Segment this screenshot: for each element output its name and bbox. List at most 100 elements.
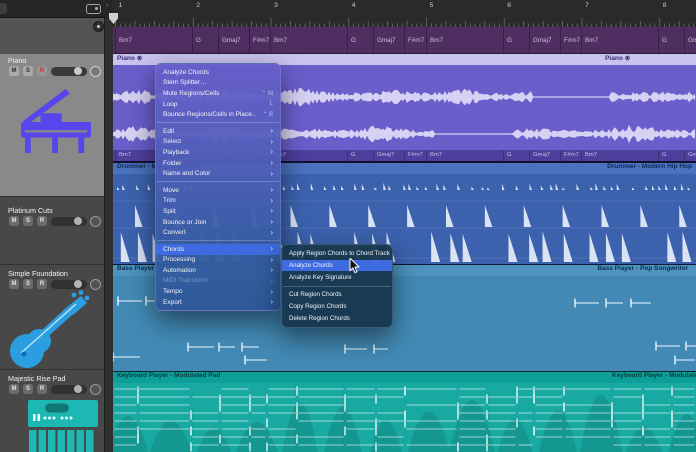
volume-slider-platinum-cuts[interactable] xyxy=(51,217,87,226)
chord-label-bm7: Bm7 xyxy=(270,27,287,54)
mute-button-majestic-rise-pad[interactable]: M xyxy=(9,384,19,394)
drummer-region-label-right: Drummer - Modern Hip Hop xyxy=(607,163,692,170)
bass-guitar-icon xyxy=(4,290,106,372)
menu-item-tempo[interactable]: Tempo› xyxy=(156,286,280,297)
chord-label-gmaj7: Gmaj7 xyxy=(218,27,241,54)
volume-slider-thumb[interactable] xyxy=(74,280,82,288)
solo-button-majestic-rise-pad[interactable]: S xyxy=(23,384,33,394)
chord-label-f-m7: F#m7 xyxy=(404,27,424,54)
menu-item-loop[interactable]: LoopL xyxy=(156,99,280,110)
divider xyxy=(0,264,104,265)
keyboard-region-label: Keyboard Player - Modulated Pad xyxy=(117,372,220,379)
menu-item-split[interactable]: Split › xyxy=(156,206,280,217)
record-button-piano[interactable]: R xyxy=(37,66,47,76)
menu-item-label: Edit xyxy=(163,128,265,135)
menu-item-label: Split xyxy=(163,208,265,215)
mute-button-piano[interactable]: M xyxy=(9,66,19,76)
submenu-arrow-icon: › xyxy=(270,159,273,167)
solo-button-piano[interactable]: S xyxy=(23,66,33,76)
submenu-arrow-icon: › xyxy=(270,127,273,135)
menu-item-analyze-key-signature[interactable]: Analyze Key Signature xyxy=(282,271,392,283)
volume-slider-piano[interactable] xyxy=(51,67,87,76)
mute-button-simple-foundation[interactable]: M xyxy=(9,279,19,289)
keyboard-region[interactable] xyxy=(113,383,696,452)
track-options-button[interactable] xyxy=(93,21,104,32)
track-name-platinum-cuts: Platinum Cuts xyxy=(8,206,53,215)
record-button-simple-foundation[interactable]: R xyxy=(37,279,47,289)
menu-item-select[interactable]: Select› xyxy=(156,137,280,148)
solo-button-platinum-cuts[interactable]: S xyxy=(23,216,33,226)
region-graphics xyxy=(113,13,696,27)
menu-item-label: Analyze Chords xyxy=(163,69,273,76)
menu-item-analyze-chords[interactable]: Analyze Chords xyxy=(156,67,280,78)
chord-label-bm7: Bm7 xyxy=(426,150,442,161)
bar-number-4: 4 xyxy=(352,2,356,9)
mute-button-platinum-cuts[interactable]: M xyxy=(9,216,19,226)
submenu-arrow-icon: › xyxy=(270,218,273,226)
pan-knob-majestic-rise-pad[interactable] xyxy=(90,384,101,395)
menu-item-label: Move xyxy=(163,187,265,194)
menu-item-bounce-or-join[interactable]: Bounce or Join› xyxy=(156,217,280,228)
loop-icon: ⊕ xyxy=(625,55,631,62)
volume-slider-thumb[interactable] xyxy=(74,67,82,75)
keyboard-region-header[interactable]: Keyboard Player - Modulated Pad Keyboard… xyxy=(113,372,696,383)
menu-item-label: Trim xyxy=(163,197,265,204)
mouse-cursor xyxy=(349,258,362,275)
menu-item-bounce-regions-cells-in-place[interactable]: Bounce Regions/Cells in Place…⌃ B xyxy=(156,109,280,120)
menu-item-label: Mute Regions/Cells xyxy=(163,90,255,97)
menu-item-label: Convert xyxy=(163,229,265,236)
menu-item-automation[interactable]: Automation› xyxy=(156,265,280,276)
menu-item-convert[interactable]: Convert› xyxy=(156,227,280,238)
pan-knob-piano[interactable] xyxy=(90,66,101,77)
volume-slider-thumb[interactable] xyxy=(74,385,82,393)
track-name-majestic-rise-pad: Majestic Rise Pad xyxy=(8,374,66,383)
menu-separator xyxy=(157,181,279,182)
menu-item-name-and-color[interactable]: Name and Color› xyxy=(156,168,280,179)
chord-track[interactable]: Bm7GGmaj7F#m7Bm7GGmaj7F#m7Bm7GGmaj7F#m7B… xyxy=(113,27,696,54)
ruler-chevron-icon[interactable]: › xyxy=(106,2,108,9)
pan-knob-simple-foundation[interactable] xyxy=(90,279,101,290)
menu-item-cut-region-chords[interactable]: Cut Region Chords xyxy=(282,289,392,301)
menu-item-chords[interactable]: Chords› xyxy=(156,244,280,255)
menu-item-folder[interactable]: Folder› xyxy=(156,158,280,169)
menu-item-analyze-chords[interactable]: Analyze Chords xyxy=(282,260,392,272)
menu-item-mute-regions-cells[interactable]: Mute Regions/Cells⌃ M xyxy=(156,88,280,99)
volume-slider-simple-foundation[interactable] xyxy=(51,280,87,289)
volume-slider-majestic-rise-pad[interactable] xyxy=(51,385,87,394)
pan-knob-platinum-cuts[interactable] xyxy=(90,216,101,227)
record-button-platinum-cuts[interactable]: R xyxy=(37,216,47,226)
menu-item-trim[interactable]: Trim› xyxy=(156,196,280,207)
chord-label-gmaj7: Gmaj7 xyxy=(684,27,696,54)
menu-item-delete-region-chords[interactable]: Delete Region Chords xyxy=(282,312,392,324)
toolbar-partial-button[interactable] xyxy=(0,3,7,14)
menu-separator xyxy=(157,122,279,123)
menu-item-move[interactable]: Move› xyxy=(156,185,280,196)
menu-item-label: Analyze Key Signature xyxy=(289,274,352,281)
chord-label-bm7: Bm7 xyxy=(581,150,597,161)
bar-ruler[interactable]: 12345678 xyxy=(113,0,696,27)
chord-label-g: G xyxy=(503,27,512,54)
chords-submenu: Apply Region Chords to Chord Track Analyz… xyxy=(281,244,393,328)
menu-item-playback[interactable]: Playback› xyxy=(156,147,280,158)
menu-item-label: Analyze Chords xyxy=(289,262,333,269)
menu-item-apply-region-chords-to-chord-track[interactable]: Apply Region Chords to Chord Track xyxy=(282,248,392,260)
submenu-arrow-icon: › xyxy=(270,170,273,178)
chord-label-gmaj7: Gmaj7 xyxy=(529,150,550,161)
sidebar-resize-gutter[interactable] xyxy=(104,18,113,452)
menu-item-export[interactable]: Export› xyxy=(156,297,280,308)
menu-item-label: Tempo xyxy=(163,288,265,295)
grand-piano-icon xyxy=(13,86,101,154)
submenu-arrow-icon: › xyxy=(270,207,273,215)
menu-item-copy-region-chords[interactable]: Copy Region Chords xyxy=(282,301,392,313)
synth-keyboard-icon xyxy=(28,400,98,452)
sidebar-upper-panel xyxy=(0,18,113,54)
menu-item-stem-splitter[interactable]: Stem Splitter… xyxy=(156,78,280,89)
menu-item-edit[interactable]: Edit › xyxy=(156,126,280,137)
record-button-majestic-rise-pad[interactable]: R xyxy=(37,384,47,394)
menu-item-label: Processing xyxy=(163,256,265,263)
menu-item-processing[interactable]: Processing› xyxy=(156,255,280,266)
volume-slider-thumb[interactable] xyxy=(74,217,82,225)
menu-item-label: Cut Region Chords xyxy=(289,291,342,298)
solo-button-simple-foundation[interactable]: S xyxy=(23,279,33,289)
display-mode-icon[interactable] xyxy=(86,4,101,14)
